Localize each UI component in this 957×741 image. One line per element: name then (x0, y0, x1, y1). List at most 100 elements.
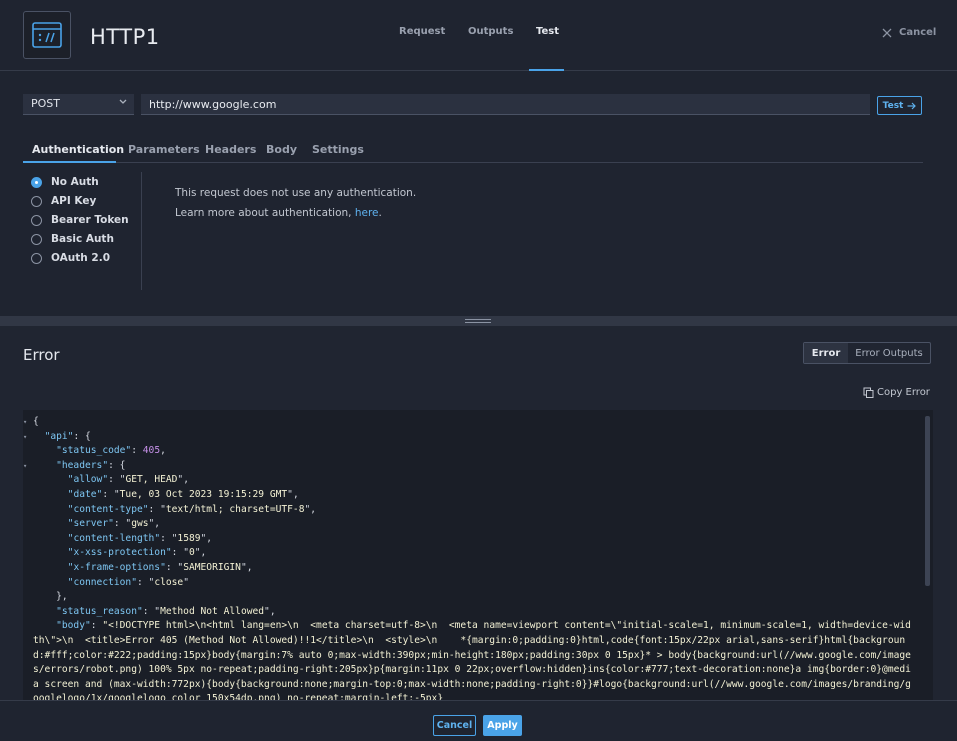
radio[interactable] (31, 252, 42, 264)
auth-option-no-auth[interactable]: No Auth (31, 176, 99, 188)
tab-outputs[interactable]: Outputs (468, 26, 513, 37)
radio[interactable] (31, 233, 42, 245)
toggle-error-outputs[interactable]: Error Outputs (848, 343, 930, 363)
code-line: ▾{ (23, 415, 913, 430)
code-line: "date": "Tue, 03 Oct 2023 19:15:29 GMT", (23, 488, 913, 503)
tab-body[interactable]: Body (266, 143, 297, 156)
copy-icon (863, 387, 874, 398)
code-line: "server": "gws", (23, 517, 913, 532)
error-view-toggle: Error Error Outputs (803, 342, 931, 364)
headers-block: "allow": "GET, HEAD", "date": "Tue, 03 O… (23, 473, 913, 590)
tab-request[interactable]: Request (399, 26, 445, 37)
code-line: "content-length": "1589", (23, 532, 913, 547)
copy-error-button[interactable]: Copy Error (863, 387, 930, 398)
code-line: "body": "<!DOCTYPE html>\n<html lang=en>… (23, 619, 913, 700)
json-code: ▾{ ▾ "api": { "status_code": 405, ▾ "hea… (23, 415, 913, 700)
header: HTTP1 Request Outputs Test Cancel (0, 0, 957, 71)
apply-button[interactable]: Apply (483, 715, 522, 736)
request-sub-tabs: Authentication Parameters Headers Body S… (23, 136, 923, 163)
header-value: SAMEORIGIN (183, 561, 241, 573)
fold-icon[interactable]: ▾ (23, 415, 27, 430)
radio[interactable] (31, 195, 42, 207)
copy-error-label: Copy Error (877, 387, 930, 398)
header-value: close (154, 576, 184, 588)
header-value: gws (131, 518, 149, 530)
cancel-link[interactable]: Cancel (882, 27, 936, 38)
auth-option-api-key[interactable]: API Key (31, 195, 96, 207)
tab-parameters[interactable]: Parameters (128, 143, 200, 156)
scrollbar[interactable] (925, 416, 930, 586)
toggle-error[interactable]: Error (804, 343, 848, 363)
cancel-label: Cancel (899, 27, 937, 38)
fold-icon[interactable]: ▾ (23, 430, 27, 445)
code-line: "x-xss-protection": "0", (23, 546, 913, 561)
learn-more-suffix: . (378, 207, 382, 219)
learn-more-link[interactable]: here (355, 207, 379, 219)
radio[interactable] (31, 214, 42, 226)
code-line: "x-frame-options": "SAMEORIGIN", (23, 561, 913, 576)
fold-icon[interactable]: ▾ (23, 459, 27, 474)
auth-option-oauth2[interactable]: OAuth 2.0 (31, 252, 110, 264)
method-value: POST (31, 97, 60, 110)
line-end: ", (240, 561, 253, 573)
code-line: "connection": "close" (23, 576, 913, 591)
line-end: ", (287, 488, 299, 500)
separator: : " (165, 561, 184, 573)
line-end: " (183, 576, 189, 588)
test-label: Test (882, 100, 904, 111)
header-key: x-frame-options (73, 561, 161, 573)
drag-handle-icon[interactable] (465, 319, 491, 323)
code-line: "status_reason": "Method Not Allowed", (56, 605, 276, 617)
separator: : " (108, 474, 126, 486)
header-value: GET, HEAD (125, 474, 178, 486)
chevron-down-icon (119, 99, 127, 104)
active-subtab-indicator (23, 161, 116, 163)
separator: : " (102, 488, 120, 500)
active-tab-indicator (529, 69, 564, 71)
page-title: HTTP1 (90, 25, 160, 49)
separator: : " (136, 576, 155, 588)
test-button[interactable]: Test (877, 96, 922, 115)
header-key: x-xss-protection (73, 547, 166, 559)
auth-option-label: OAuth 2.0 (51, 252, 110, 264)
header-key: content-length (73, 532, 155, 544)
header-value: text/html; charset=UTF-8 (165, 503, 305, 515)
code-line: "allow": "GET, HEAD", (23, 473, 913, 488)
auth-learn-more: Learn more about authentication, here. (175, 207, 382, 219)
auth-option-label: No Auth (51, 176, 99, 188)
line-end: ", (177, 474, 189, 486)
status-reason-value: Method Not Allowed (160, 605, 265, 617)
status-code-value: 405 (142, 445, 161, 457)
tab-authentication[interactable]: Authentication (32, 143, 124, 156)
panel-splitter[interactable] (0, 316, 957, 326)
arrow-right-icon (907, 102, 917, 109)
code-line: }, (33, 591, 68, 603)
tab-test[interactable]: Test (536, 26, 559, 37)
error-title: Error (23, 346, 60, 364)
tab-settings[interactable]: Settings (312, 143, 364, 156)
auth-option-label: Bearer Token (51, 214, 129, 226)
radio-checked[interactable] (31, 176, 42, 188)
body-value: "<!DOCTYPE html>\n<html lang=en>\n <meta… (33, 620, 911, 700)
cancel-button[interactable]: Cancel (433, 715, 476, 736)
code-line: ▾ "headers": { (23, 459, 913, 474)
separator: : " (113, 518, 132, 530)
header-key: allow (73, 474, 103, 486)
auth-option-basic-auth[interactable]: Basic Auth (31, 233, 114, 245)
error-panel: Error Error Error Outputs Copy Error ▾{ … (0, 326, 957, 700)
close-icon (882, 28, 892, 37)
method-select[interactable]: POST (23, 94, 134, 115)
url-input[interactable] (141, 94, 870, 115)
line-end: ", (200, 532, 213, 544)
code-line: "content-type": "text/html; charset=UTF-… (23, 503, 913, 518)
tab-headers[interactable]: Headers (205, 143, 256, 156)
header-key: connection (73, 576, 132, 588)
header-value: Tue, 03 Oct 2023 19:15:29 GMT (119, 488, 288, 500)
error-json-viewer[interactable]: ▾{ ▾ "api": { "status_code": 405, ▾ "hea… (23, 410, 933, 700)
auth-option-bearer-token[interactable]: Bearer Token (31, 214, 129, 226)
